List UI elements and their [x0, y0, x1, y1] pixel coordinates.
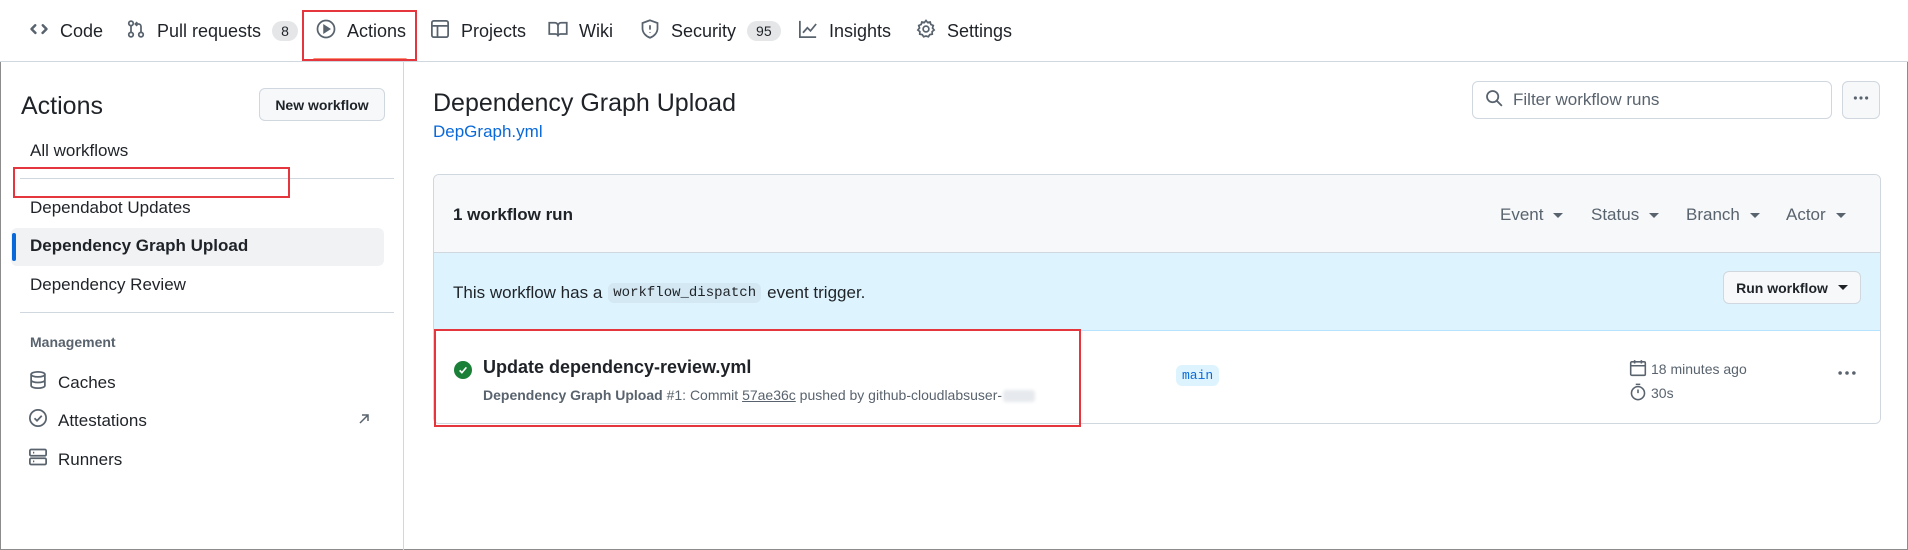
triangle-down-icon — [1553, 212, 1564, 218]
actor-filter-label: Actor — [1786, 205, 1826, 224]
new-workflow-button[interactable]: New workflow — [259, 88, 385, 121]
tab-wiki-label: Wiki — [579, 20, 613, 41]
actor-filter[interactable]: Actor — [1786, 205, 1846, 225]
branch-tag[interactable]: main — [1176, 365, 1220, 386]
highlight-box-actions — [302, 10, 417, 61]
runs-header: 1 workflow run Event Status Branch Actor — [434, 175, 1880, 253]
stopwatch-icon — [1629, 383, 1651, 404]
graph-icon — [798, 19, 829, 44]
run-workflow-button[interactable]: Run workflow — [1723, 271, 1861, 304]
run-duration: 30s — [1629, 381, 1747, 405]
book-icon — [548, 19, 579, 44]
more-options-button[interactable] — [1842, 81, 1880, 119]
run-time-info: 18 minutes ago 30s — [1629, 357, 1747, 405]
banner-prefix: This workflow has a — [453, 283, 603, 302]
calendar-icon — [1629, 359, 1651, 380]
sidebar-item-label: Runners — [58, 449, 123, 469]
banner-suffix: event trigger. — [767, 283, 866, 302]
verified-icon — [28, 408, 58, 433]
sidebar: Actions New workflow All workflows Depen… — [0, 62, 404, 550]
event-filter[interactable]: Event — [1500, 205, 1564, 225]
tab-insights[interactable]: Insights — [798, 0, 891, 62]
triangle-down-icon — [1649, 212, 1660, 218]
tab-pull-requests[interactable]: Pull requests 8 — [126, 0, 298, 62]
table-icon — [430, 19, 461, 44]
run-options-button[interactable] — [1832, 365, 1862, 385]
security-count: 95 — [747, 21, 781, 41]
run-count: 1 workflow run — [453, 205, 573, 224]
sidebar-selected-indicator — [12, 233, 16, 261]
link-external-icon — [356, 411, 372, 427]
tab-settings-label: Settings — [947, 20, 1013, 41]
sidebar-item-dependency-review[interactable]: Dependency Review — [30, 275, 186, 295]
tab-code-label: Code — [60, 20, 104, 41]
workflow-dispatch-banner: This workflow has a workflow_dispatch ev… — [434, 253, 1880, 331]
tab-insights-label: Insights — [829, 20, 892, 41]
tab-security-label: Security — [671, 20, 737, 41]
time-ago-label: 18 minutes ago — [1651, 361, 1747, 377]
search-icon — [1485, 89, 1513, 112]
status-filter[interactable]: Status — [1591, 205, 1660, 225]
sidebar-title: Actions — [21, 92, 103, 120]
highlight-box-dependency-graph-upload — [13, 167, 290, 198]
tab-pull-requests-label: Pull requests — [157, 20, 262, 41]
event-filter-label: Event — [1500, 205, 1544, 224]
workflow-file-link[interactable]: DepGraph.yml — [433, 122, 543, 142]
triangle-down-icon — [1835, 212, 1846, 218]
server-icon — [28, 447, 58, 472]
git-pull-request-icon — [126, 19, 157, 44]
sidebar-item-all-workflows[interactable]: All workflows — [30, 141, 128, 161]
shield-icon — [640, 18, 671, 44]
highlight-box-run — [434, 329, 1081, 427]
tab-projects[interactable]: Projects — [430, 0, 526, 62]
management-heading: Management — [30, 334, 116, 350]
duration-label: 30s — [1651, 385, 1674, 401]
sidebar-item-label: Attestations — [58, 410, 147, 430]
sidebar-item-dependabot-updates[interactable]: Dependabot Updates — [30, 198, 191, 218]
gear-icon — [916, 18, 947, 44]
sidebar-item-dependency-graph-upload[interactable]: Dependency Graph Upload — [30, 236, 248, 256]
run-workflow-label: Run workflow — [1736, 279, 1828, 296]
tab-security[interactable]: Security 95 — [640, 0, 781, 62]
sidebar-item-runners[interactable]: Runners — [28, 447, 122, 472]
triangle-down-icon — [1837, 285, 1848, 290]
banner-text: This workflow has a workflow_dispatch ev… — [453, 283, 865, 303]
repo-nav: Code Pull requests 8 Actions Projects Wi… — [0, 0, 1908, 62]
banner-code: workflow_dispatch — [608, 283, 762, 303]
triangle-down-icon — [1749, 212, 1760, 218]
sidebar-item-caches[interactable]: Caches — [28, 370, 116, 395]
tab-settings[interactable]: Settings — [916, 0, 1012, 62]
page-title: Dependency Graph Upload — [433, 89, 736, 117]
filter-input[interactable] — [1513, 90, 1813, 110]
filter-workflow-runs — [1472, 81, 1832, 119]
database-icon — [28, 370, 58, 395]
code-icon — [29, 19, 60, 44]
kebab-horizontal-icon — [1852, 89, 1870, 112]
tab-code[interactable]: Code — [29, 0, 103, 62]
status-filter-label: Status — [1591, 205, 1640, 224]
tab-projects-label: Projects — [461, 20, 527, 41]
run-time-ago: 18 minutes ago — [1629, 357, 1747, 381]
tab-wiki[interactable]: Wiki — [548, 0, 613, 62]
branch-filter[interactable]: Branch — [1686, 205, 1760, 225]
kebab-horizontal-icon — [1836, 362, 1858, 389]
pull-requests-count: 8 — [272, 21, 298, 41]
sidebar-item-attestations[interactable]: Attestations — [28, 408, 147, 433]
sidebar-item-label: Caches — [58, 372, 116, 392]
branch-filter-label: Branch — [1686, 205, 1740, 224]
sidebar-divider — [20, 312, 394, 313]
